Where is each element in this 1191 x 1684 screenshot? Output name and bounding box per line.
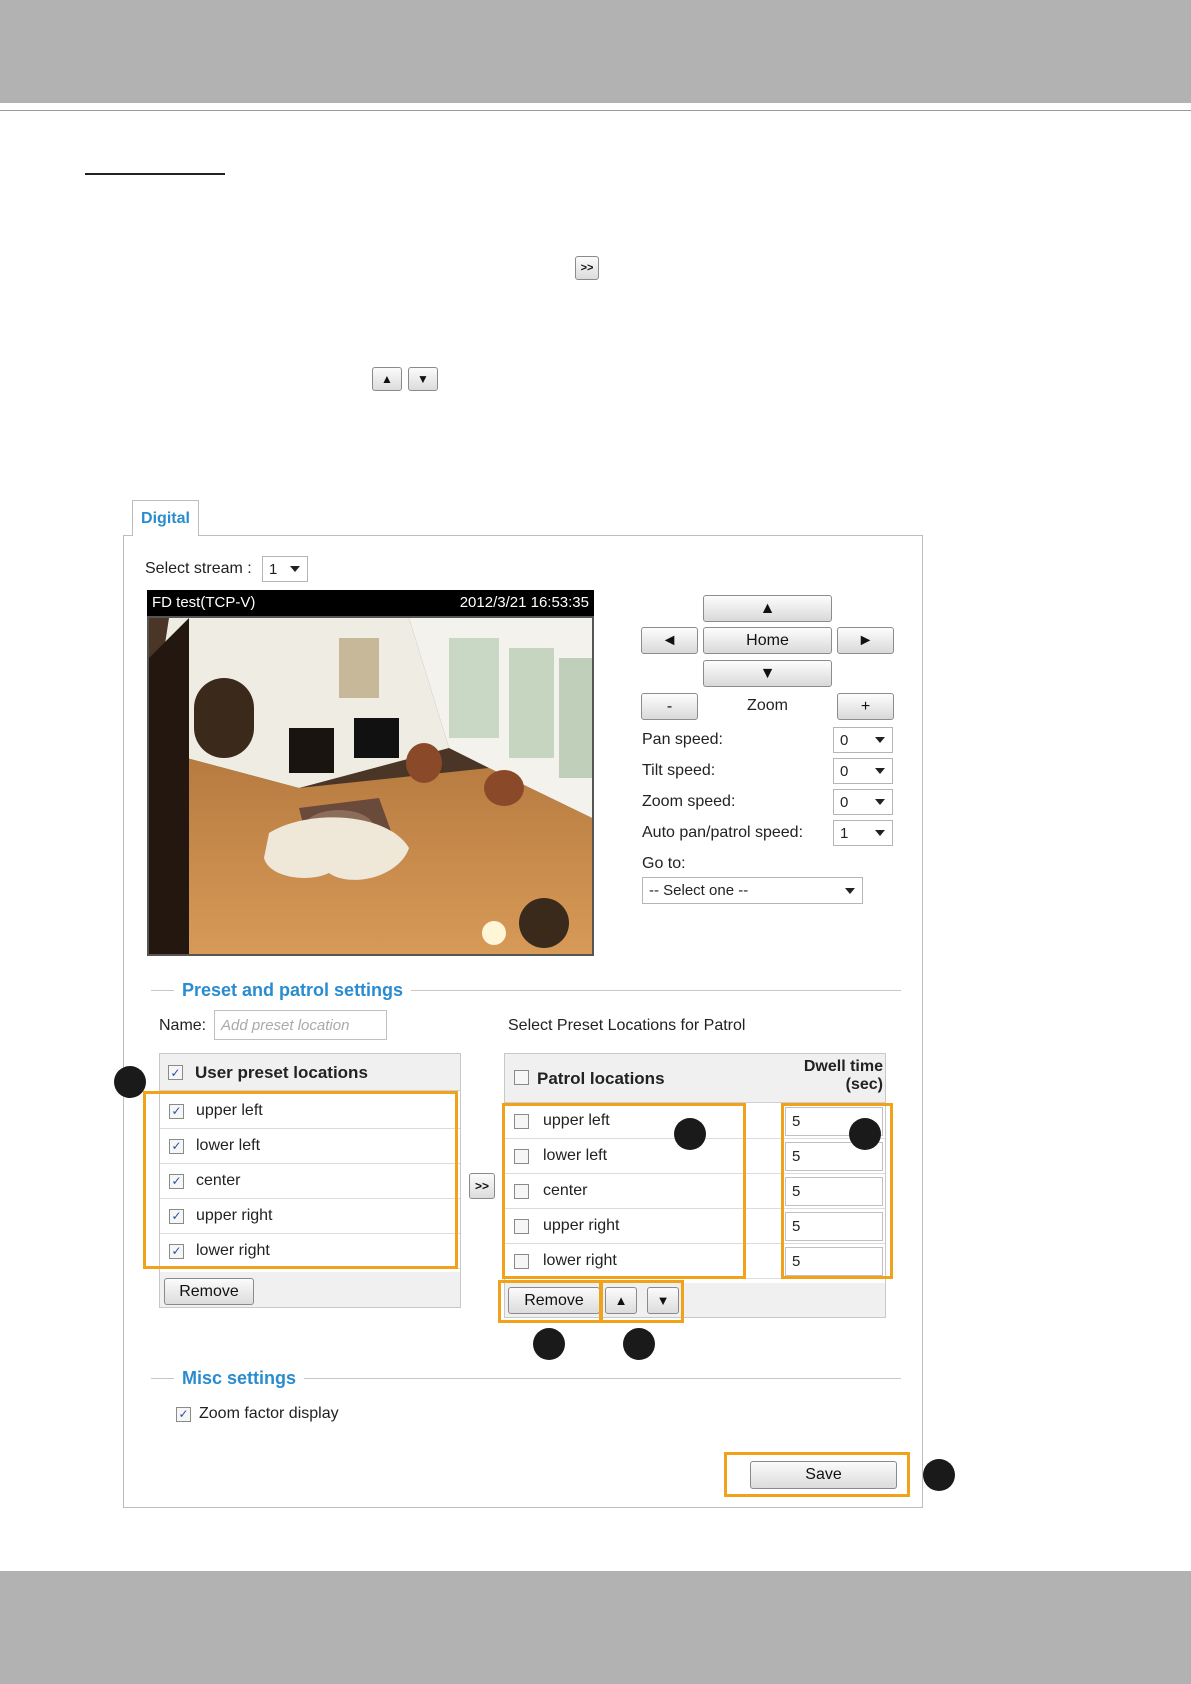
pan-right-button[interactable]: ► [837,627,894,654]
move-right-icon: >> [575,256,599,280]
zoom-speed-select[interactable]: 0 [833,789,893,815]
chevron-down-icon [875,737,885,743]
preset-section-title: Preset and patrol settings [174,980,412,1001]
misc-section-title: Misc settings [174,1368,305,1389]
add-to-patrol-button[interactable]: >> [469,1173,495,1199]
patrol-header: Patrol locations Dwell time (sec) [505,1054,885,1103]
move-up-icon: ▲ [372,367,402,391]
pan-left-button[interactable]: ◄ [641,627,698,654]
video-timestamp: 2012/3/21 16:53:35 [459,594,589,611]
user-preset-header-label: User preset locations [195,1063,368,1082]
live-video-view[interactable] [147,616,594,956]
pan-speed-select[interactable]: 0 [833,727,893,753]
stream-select[interactable]: 1 [262,556,308,582]
video-caption-bar: FD test(TCP-V) 2012/3/21 16:53:35 [147,590,594,616]
tilt-down-button[interactable]: ▼ [703,660,832,687]
stream-select-value: 1 [269,560,278,578]
user-preset-header: ✓ User preset locations [160,1054,460,1091]
tilt-speed-value: 0 [840,762,849,780]
remove-preset-button[interactable]: Remove [164,1278,254,1305]
preset-name-placeholder: Add preset location [221,1016,350,1034]
home-button[interactable]: Home [703,627,832,654]
video-caption: FD test(TCP-V) [152,594,256,611]
pan-speed-value: 0 [840,731,849,749]
zoom-factor-label: Zoom factor display [199,1405,339,1422]
zoom-out-button[interactable]: - [641,693,698,720]
chevron-down-icon [290,566,300,572]
dwell-time-header: Dwell time (sec) [804,1058,883,1094]
page-footer-band [0,1571,1191,1684]
tilt-speed-label: Tilt speed: [642,762,716,779]
patrol-header-label: Patrol locations [537,1069,665,1088]
header-divider [0,110,1191,111]
callout-marker [923,1459,955,1491]
select-stream-label: Select stream : [145,560,252,577]
move-down-icon: ▼ [408,367,438,391]
zoom-speed-value: 0 [840,793,849,811]
callout-marker [114,1066,146,1098]
zoom-speed-label: Zoom speed: [642,793,736,810]
chevron-down-icon [845,887,855,894]
dwell-time-header-line2: (sec) [845,1076,883,1093]
tilt-up-button[interactable]: ▲ [703,595,832,622]
patrol-locations-highlight [502,1103,746,1279]
user-preset-highlight [143,1091,458,1269]
zoom-in-button[interactable]: + [837,693,894,720]
page-header-band [0,0,1191,103]
reorder-highlight [600,1280,684,1323]
patrol-select-title: Select Preset Locations for Patrol [508,1017,746,1034]
callout-marker [533,1328,565,1360]
patrol-speed-value: 1 [840,824,849,842]
chevron-down-icon [875,799,885,805]
pan-speed-label: Pan speed: [642,731,723,748]
section-underline [85,173,225,175]
remove-patrol-highlight [498,1280,602,1323]
goto-select[interactable]: -- Select one -- [642,877,863,904]
patrol-speed-label: Auto pan/patrol speed: [642,824,804,841]
callout-marker [623,1328,655,1360]
preset-name-input[interactable]: Add preset location [214,1010,387,1040]
save-highlight [724,1452,910,1497]
goto-label: Go to: [642,855,686,872]
select-all-patrol-checkbox[interactable] [514,1070,529,1085]
tilt-speed-select[interactable]: 0 [833,758,893,784]
zoom-factor-checkbox[interactable]: ✓ [176,1406,191,1422]
goto-select-value: -- Select one -- [649,882,749,899]
callout-marker [849,1118,881,1150]
select-all-checkbox[interactable]: ✓ [168,1065,183,1080]
tab-digital[interactable]: Digital [132,500,199,536]
patrol-speed-select[interactable]: 1 [833,820,893,846]
zoom-factor-option[interactable]: ✓ Zoom factor display [176,1405,339,1423]
chevron-down-icon [875,830,885,836]
callout-marker [674,1118,706,1150]
living-room-image [149,618,592,954]
chevron-down-icon [875,768,885,774]
preset-name-label: Name: [159,1017,207,1034]
dwell-time-header-line1: Dwell time [803,1058,883,1075]
zoom-label: Zoom [747,697,788,714]
